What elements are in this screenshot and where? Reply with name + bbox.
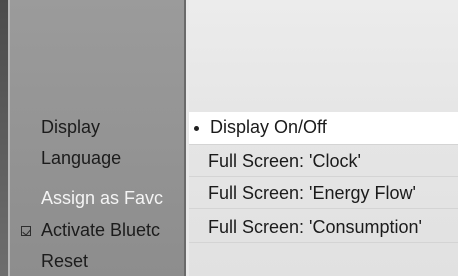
submenu-item-full-screen-energy-flow[interactable]: Full Screen: 'Energy Flow' [208,182,416,204]
submenu-separator [189,208,458,209]
submenu-separator [189,144,458,145]
left-panel-edge [0,0,8,276]
submenu-separator [189,242,458,243]
menu-item-language[interactable]: Language [41,147,184,169]
checkbox-icon [21,226,31,236]
submenu-item-full-screen-clock[interactable]: Full Screen: 'Clock' [208,150,361,172]
menu-item-display[interactable]: Display [41,116,184,138]
submenu-item-display-on-off[interactable]: Display On/Off [210,116,327,138]
submenu-top-area [189,0,458,112]
bullet-icon [194,126,199,131]
menu-item-assign-as-favorite[interactable]: Assign as Favc [41,187,184,209]
menu-item-reset[interactable]: Reset [41,250,184,272]
left-panel-edge-highlight [8,0,10,276]
settings-screen: Display Language Assign as Favc Activate… [0,0,458,276]
menu-item-activate-bluetooth[interactable]: Activate Bluetc [41,219,184,241]
submenu-item-full-screen-consumption[interactable]: Full Screen: 'Consumption' [208,216,422,238]
submenu-separator [189,176,458,177]
